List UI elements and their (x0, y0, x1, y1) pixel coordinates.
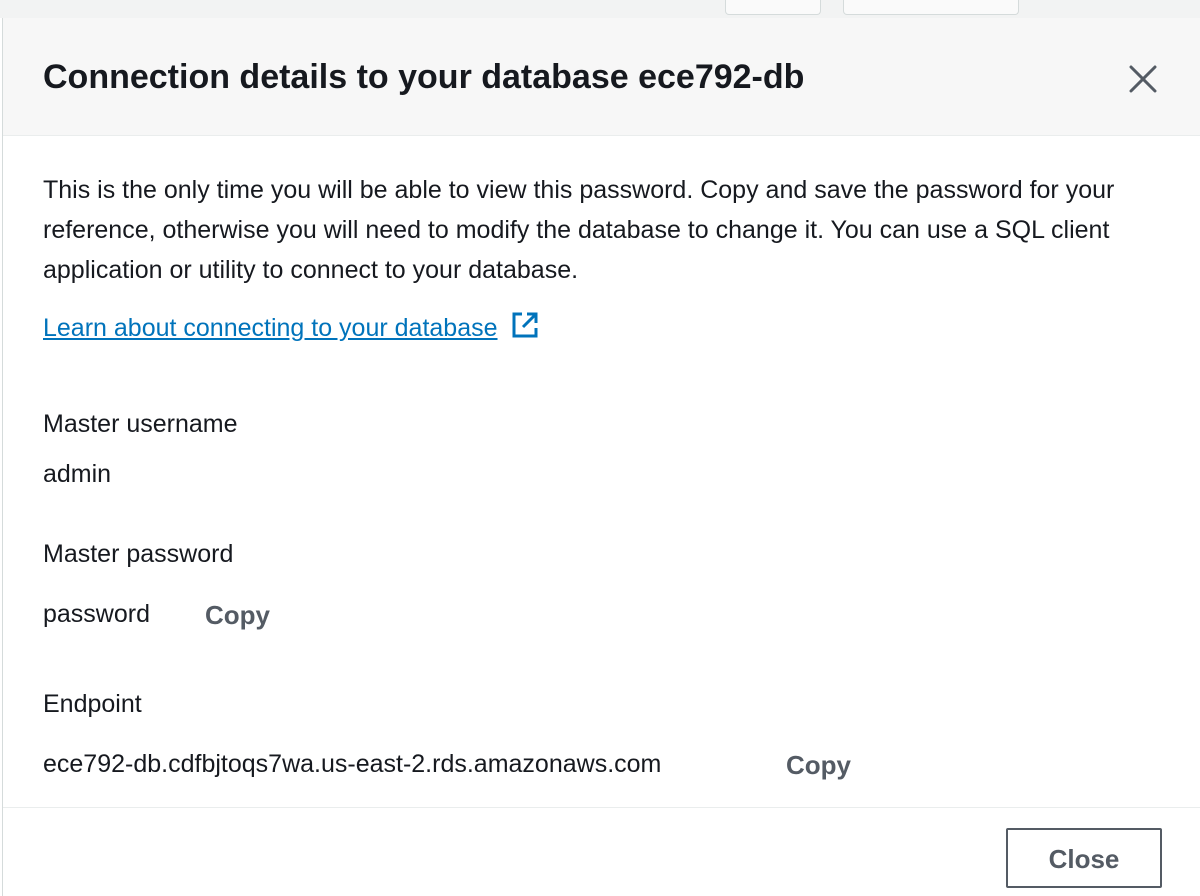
copy-password-button[interactable]: Copy (205, 600, 270, 631)
master-password-label: Master password (43, 540, 234, 568)
password-warning-text: This is the only time you will be able t… (43, 176, 1115, 284)
close-button[interactable]: Close (1006, 828, 1162, 888)
modal-title: Connection details to your database ece7… (43, 58, 805, 96)
background-button (725, 0, 821, 15)
master-username-label: Master username (43, 410, 238, 438)
endpoint-label: Endpoint (43, 690, 142, 718)
background-page-strip (0, 0, 1200, 18)
learn-link-label[interactable]: Learn about connecting to your database (43, 314, 498, 342)
master-password-value: password (43, 600, 150, 628)
external-link-icon[interactable] (510, 310, 540, 340)
learn-connecting-link[interactable]: Learn about connecting to your database (43, 310, 540, 343)
modal-header: Connection details to your database ece7… (3, 18, 1200, 136)
endpoint-value: ece792-db.cdfbjtoqs7wa.us-east-2.rds.ama… (43, 750, 662, 778)
copy-endpoint-button[interactable]: Copy (786, 750, 851, 781)
master-username-value: admin (43, 460, 112, 488)
close-icon[interactable] (1126, 62, 1160, 96)
modal-footer: Close (3, 807, 1200, 896)
connection-details-modal: Connection details to your database ece7… (2, 18, 1200, 896)
background-button (843, 0, 1019, 15)
